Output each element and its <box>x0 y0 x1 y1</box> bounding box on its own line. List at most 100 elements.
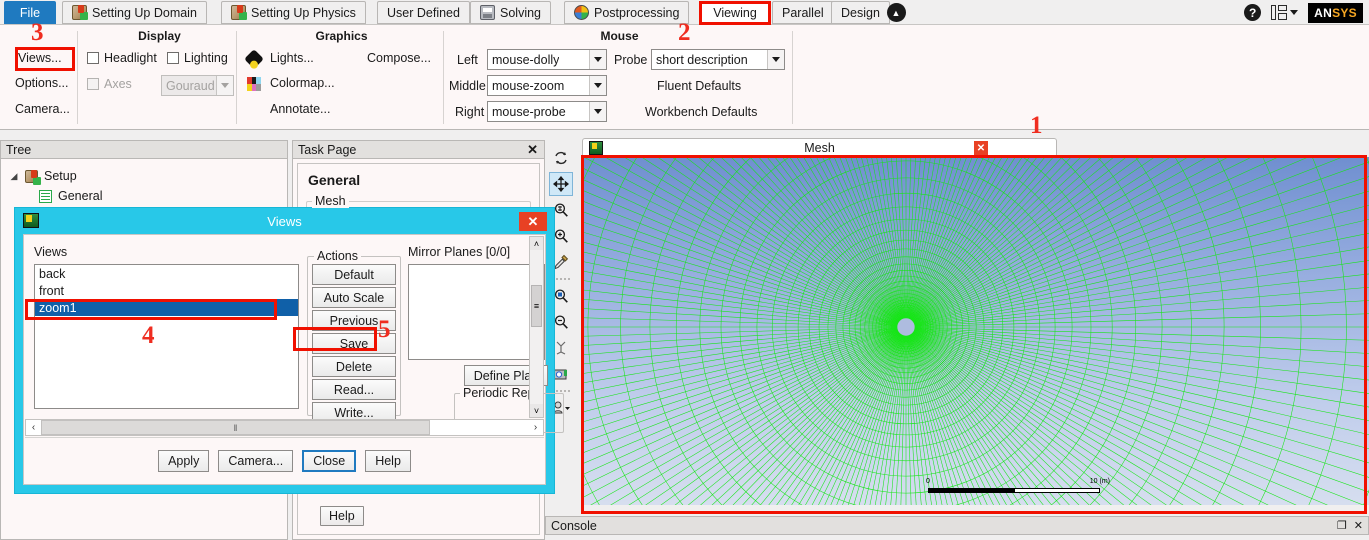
help-button[interactable]: Help <box>365 449 411 472</box>
task-page-title: General <box>308 172 361 188</box>
ribbon-tab-label: Postprocessing <box>594 5 680 20</box>
dialog-horizontal-scrollbar[interactable]: ‹ ‖ › <box>25 419 544 436</box>
lights-button[interactable]: Lights... <box>267 50 317 66</box>
graphics-tab-mesh[interactable]: Mesh ✕ <box>582 138 1057 157</box>
ribbon-collapse-button[interactable]: ▲ <box>885 2 907 23</box>
lighting-checkbox[interactable]: Lighting <box>167 51 228 65</box>
mesh-window-icon <box>589 141 603 155</box>
box-icon <box>231 5 247 20</box>
console-header-label: Console <box>551 518 597 533</box>
views-list-item-front[interactable]: front <box>35 282 298 299</box>
camera-button[interactable]: Camera... <box>218 449 294 472</box>
scale-bar-segment-dark <box>928 488 1014 493</box>
ribbon-tab-label: User Defined <box>387 5 460 20</box>
views-list-item-back[interactable]: back <box>35 265 298 282</box>
setup-box-icon <box>25 169 41 185</box>
apply-button[interactable]: Apply <box>158 449 210 472</box>
camera-button[interactable]: Camera... <box>12 101 73 117</box>
mouse-left-label: Left <box>457 53 478 67</box>
delete-button[interactable]: Delete <box>312 356 396 377</box>
ribbon-tab-viewing[interactable]: Viewing <box>701 1 769 24</box>
views-button[interactable]: Views... <box>15 50 65 66</box>
mouse-left-select[interactable]: mouse-dolly <box>487 49 607 70</box>
scrollbar-thumb[interactable]: ‖ <box>41 420 430 435</box>
previous-button[interactable]: Previous <box>312 310 396 331</box>
ribbon-tab-parallel[interactable]: Parallel <box>772 1 834 24</box>
ribbon-tab-setting-up-physics[interactable]: Setting Up Physics <box>221 1 366 24</box>
lights-icon <box>244 49 264 69</box>
views-dialog: Views ✕ Views back front zoom1 Actions D… <box>14 207 564 494</box>
close-button[interactable]: Close <box>302 449 357 472</box>
views-dialog-body: Views back front zoom1 Actions Default A… <box>23 234 564 485</box>
console-panel: Console ❐ ✕ <box>545 516 1369 540</box>
colormap-button[interactable]: Colormap... <box>267 75 338 91</box>
scroll-left-icon[interactable]: ‹ <box>26 420 41 435</box>
annotate-button[interactable]: Annotate... <box>267 101 333 117</box>
scroll-down-icon[interactable]: ˅ <box>530 404 543 417</box>
console-window-controls: ❐ ✕ <box>1337 519 1363 532</box>
close-icon[interactable]: ✕ <box>974 141 988 155</box>
save-button[interactable]: Save <box>312 333 396 354</box>
close-icon[interactable]: ✕ <box>527 142 538 158</box>
probe-select[interactable]: short description <box>651 49 785 70</box>
compose-button[interactable]: Compose... <box>364 50 434 66</box>
mesh-geometry <box>582 157 1369 505</box>
scrollbar-thumb[interactable]: ≡ <box>531 285 542 327</box>
tree-item-general[interactable]: General <box>39 189 102 203</box>
refresh-view-icon[interactable] <box>549 146 573 170</box>
auto-scale-button[interactable]: Auto Scale <box>312 287 396 308</box>
panel-layout-button[interactable] <box>1271 5 1299 20</box>
ribbon-tab-label: Setting Up Physics <box>251 5 356 20</box>
ribbon-tab-solving[interactable]: Solving <box>470 1 551 24</box>
cube-icon <box>574 5 589 20</box>
shading-select[interactable]: Gouraud <box>161 75 234 96</box>
fluent-defaults-button[interactable]: Fluent Defaults <box>654 78 744 94</box>
mouse-middle-select[interactable]: mouse-zoom <box>487 75 607 96</box>
mouse-middle-value: mouse-zoom <box>492 78 565 93</box>
ribbon-group-graphics: Graphics Lights... Colormap... Annotate.… <box>239 25 444 130</box>
mouse-right-select[interactable]: mouse-probe <box>487 101 607 122</box>
chevron-down-icon <box>1290 10 1299 15</box>
ribbon-tab-postprocessing[interactable]: Postprocessing <box>564 1 690 24</box>
expander-icon[interactable]: ◢ <box>9 171 19 182</box>
axes-checkbox[interactable]: Axes <box>87 77 132 91</box>
ribbon-tab-design[interactable]: Design <box>831 1 890 24</box>
scroll-right-icon[interactable]: › <box>528 420 543 435</box>
pan-icon[interactable] <box>549 172 573 196</box>
console-header: Console ❐ ✕ <box>545 516 1369 535</box>
workbench-defaults-button[interactable]: Workbench Defaults <box>642 104 760 120</box>
ribbon-tab-user-defined[interactable]: User Defined <box>377 1 470 24</box>
scale-bar-segment-light <box>1014 488 1100 493</box>
ribbon-tab-file[interactable]: File <box>4 1 56 24</box>
scale-max-label: 10 (m) <box>1089 478 1110 485</box>
ribbon-group-mouse: Mouse Left mouse-dolly Middle mouse-zoom… <box>446 25 793 130</box>
mirror-planes-listbox[interactable] <box>408 264 545 360</box>
views-listbox[interactable]: back front zoom1 <box>34 264 299 409</box>
list-item-label: front <box>39 283 65 298</box>
read-button[interactable]: Read... <box>312 379 396 400</box>
mesh-viewport[interactable]: 0 10 (m) <box>582 157 1369 505</box>
scroll-up-icon[interactable]: ˄ <box>530 237 543 250</box>
restore-icon[interactable]: ❐ <box>1337 519 1347 532</box>
views-list-item-zoom1[interactable]: zoom1 <box>35 299 298 316</box>
views-dialog-title: Views <box>267 213 302 229</box>
checkbox-box <box>87 78 99 90</box>
task-help-button[interactable]: Help <box>320 506 364 526</box>
lighting-label: Lighting <box>184 51 228 65</box>
close-icon[interactable]: ✕ <box>519 212 547 231</box>
close-icon[interactable]: ✕ <box>1354 519 1363 532</box>
options-button[interactable]: Options... <box>12 75 72 91</box>
headlight-checkbox[interactable]: Headlight <box>87 51 157 65</box>
list-item-label: back <box>39 266 66 281</box>
brand-accent: SYS <box>1332 5 1357 20</box>
colormap-icon <box>247 77 261 91</box>
default-button[interactable]: Default <box>312 264 396 285</box>
ribbon-tab-setting-up-domain[interactable]: Setting Up Domain <box>62 1 207 24</box>
ribbon-group-views: Views... Options... Camera... <box>0 25 80 130</box>
general-icon <box>39 189 52 203</box>
mouse-group-title: Mouse <box>600 29 639 43</box>
tree-item-setup[interactable]: ◢ Setup <box>9 169 77 185</box>
help-icon[interactable]: ? <box>1244 4 1262 21</box>
dialog-vertical-scrollbar[interactable]: ˄ ≡ ˅ <box>529 236 544 418</box>
chevron-down-icon <box>589 102 606 121</box>
